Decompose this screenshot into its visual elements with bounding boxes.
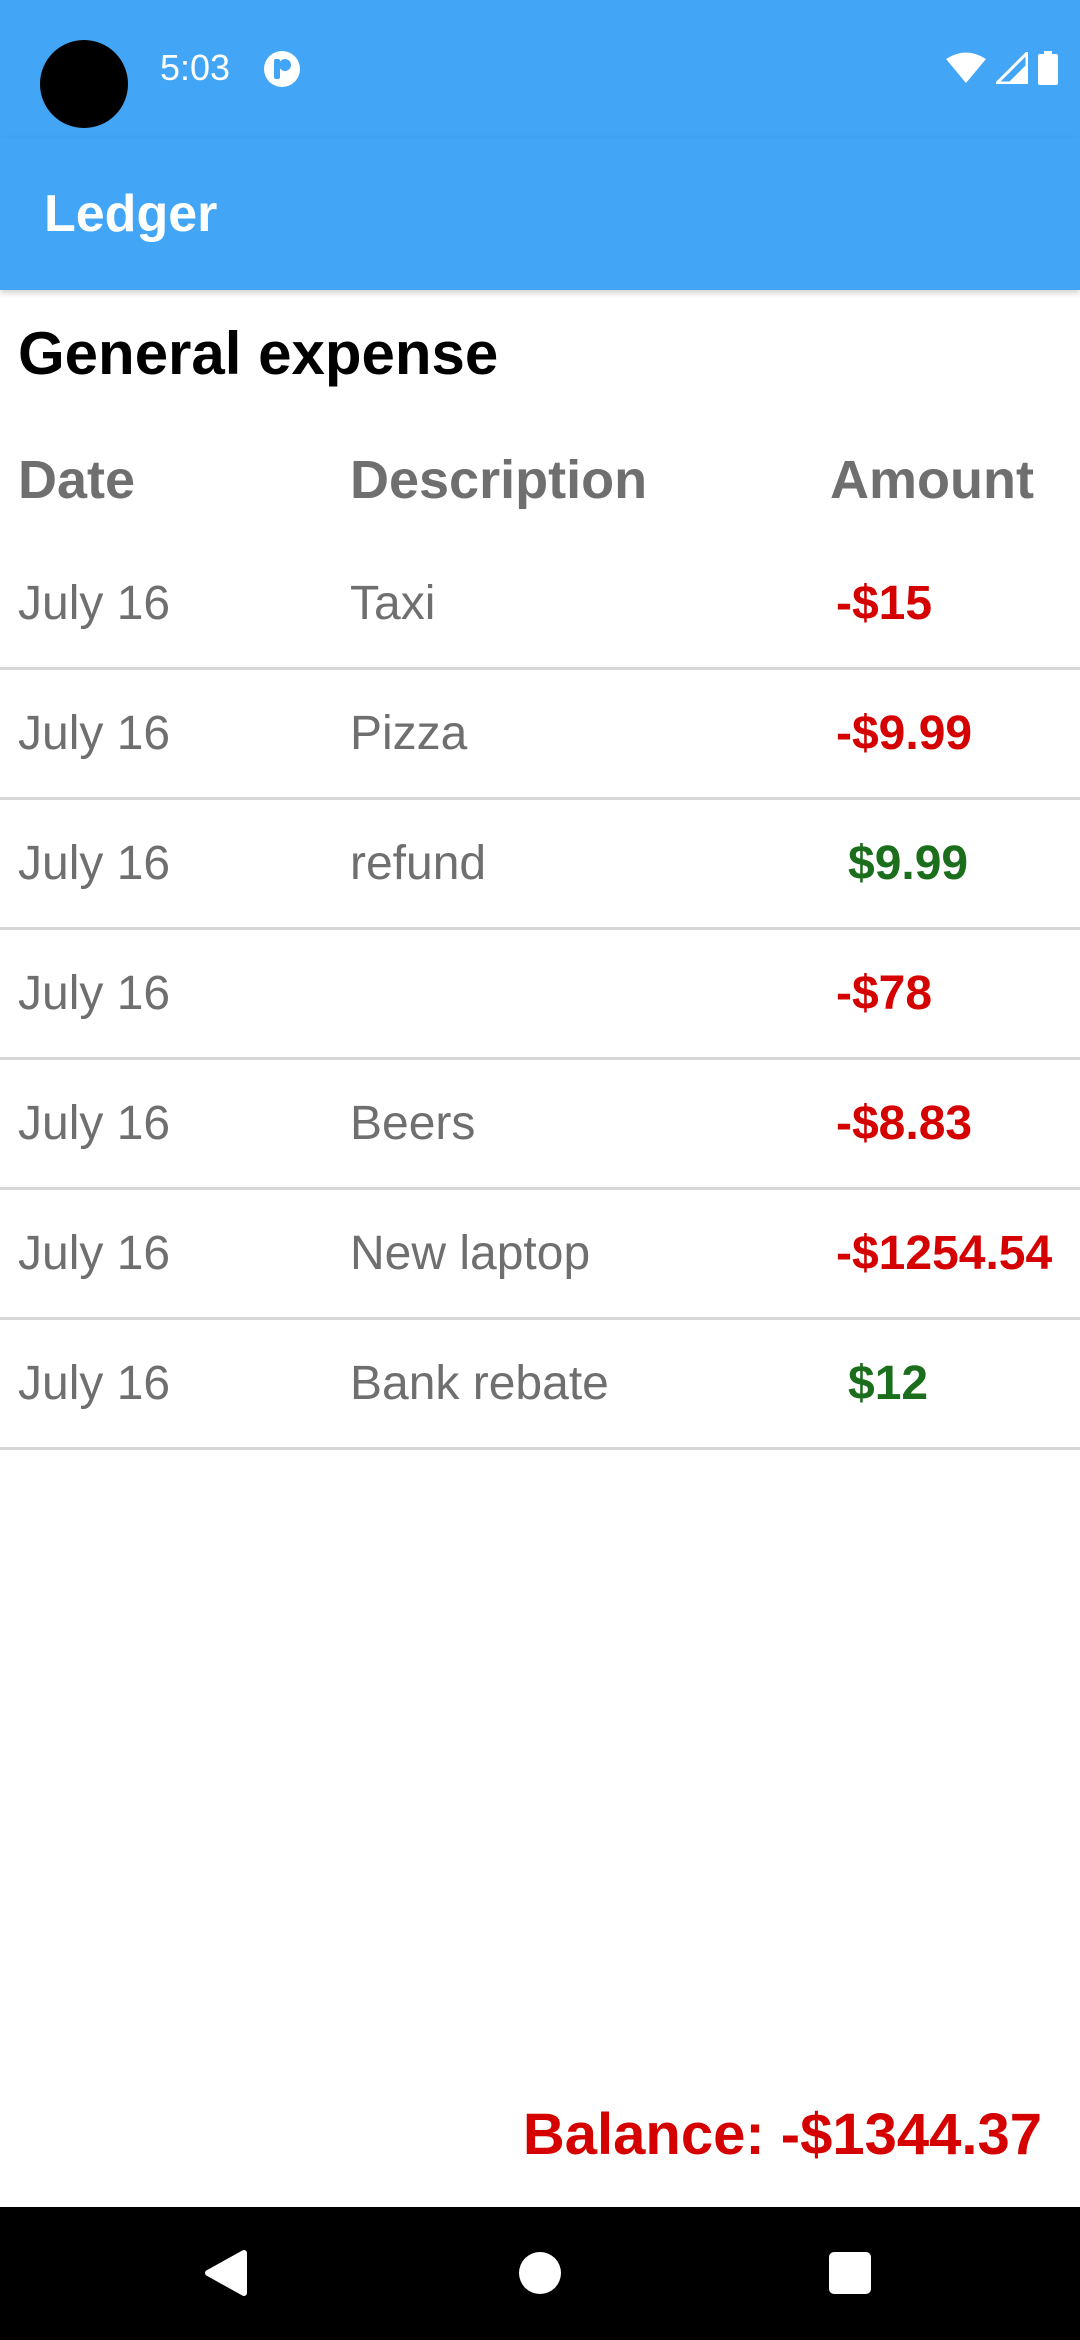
table-row[interactable]: July 16 Beers -$8.83 bbox=[0, 1060, 1080, 1190]
status-bar: 5:03 bbox=[0, 0, 1080, 138]
back-button[interactable] bbox=[188, 2235, 264, 2311]
camera-cutout bbox=[40, 40, 128, 128]
app-title: Ledger bbox=[44, 185, 218, 243]
column-header-amount: Amount bbox=[830, 450, 1034, 510]
table-row[interactable]: July 16 New laptop -$1254.54 bbox=[0, 1190, 1080, 1320]
wifi-icon bbox=[946, 52, 986, 83]
row-amount: $9.99 bbox=[848, 837, 969, 890]
table-header: Date Description Amount bbox=[0, 440, 1080, 520]
row-description: Bank rebate bbox=[350, 1357, 609, 1410]
row-date: July 16 bbox=[18, 707, 171, 760]
table-row[interactable]: July 16 Taxi -$15 bbox=[0, 540, 1080, 670]
column-header-description: Description bbox=[350, 450, 648, 510]
app-bar: Ledger bbox=[0, 138, 1080, 290]
table-row[interactable]: July 16 Pizza -$9.99 bbox=[0, 670, 1080, 800]
row-description: Pizza bbox=[350, 707, 468, 760]
row-description: Beers bbox=[350, 1097, 476, 1150]
status-time: 5:03 bbox=[160, 47, 231, 88]
back-icon bbox=[205, 2250, 247, 2296]
row-amount: -$15 bbox=[836, 577, 933, 630]
home-button[interactable] bbox=[502, 2235, 578, 2311]
table-row[interactable]: July 16 refund $9.99 bbox=[0, 800, 1080, 930]
row-description: Taxi bbox=[350, 577, 436, 630]
column-header-date: Date bbox=[18, 450, 136, 510]
table-row[interactable]: July 16 -$78 bbox=[0, 930, 1080, 1060]
ledger-table: July 16 Taxi -$15 July 16 Pizza -$9.99 J… bbox=[0, 540, 1080, 1450]
notification-app-icon bbox=[264, 51, 300, 87]
battery-icon bbox=[1038, 51, 1058, 85]
home-icon bbox=[519, 2252, 561, 2294]
row-date: July 16 bbox=[18, 1357, 171, 1410]
row-date: July 16 bbox=[18, 1227, 171, 1280]
system-icons bbox=[946, 50, 1058, 86]
row-date: July 16 bbox=[18, 967, 171, 1020]
row-description: refund bbox=[350, 837, 487, 890]
row-description: New laptop bbox=[350, 1227, 591, 1280]
balance-total: Balance: -$1344.37 bbox=[522, 2102, 1042, 2167]
ledger-title: General expense bbox=[18, 320, 499, 387]
recents-button[interactable] bbox=[812, 2235, 888, 2311]
row-amount: $12 bbox=[848, 1357, 929, 1410]
recents-icon bbox=[829, 2252, 871, 2294]
row-date: July 16 bbox=[18, 577, 171, 630]
navigation-bar bbox=[0, 2207, 1080, 2340]
row-date: July 16 bbox=[18, 1097, 171, 1150]
row-amount: -$9.99 bbox=[836, 707, 973, 760]
row-amount: -$8.83 bbox=[836, 1097, 973, 1150]
signal-icon bbox=[996, 52, 1028, 84]
row-date: July 16 bbox=[18, 837, 171, 890]
row-amount: -$78 bbox=[836, 967, 933, 1020]
table-row[interactable]: July 16 Bank rebate $12 bbox=[0, 1320, 1080, 1450]
row-amount: -$1254.54 bbox=[836, 1227, 1053, 1280]
